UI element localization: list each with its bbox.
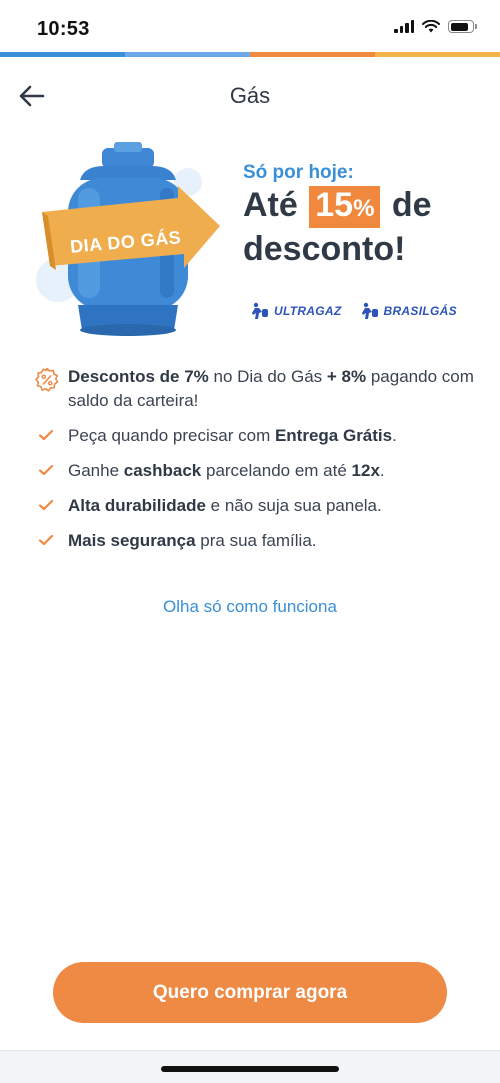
feature-text: Ganhe (68, 461, 124, 480)
promo-today: Só por hoje: (243, 162, 354, 183)
status-bar: 10:53 (0, 0, 500, 52)
feature-bold: Entrega Grátis (274, 426, 393, 445)
stripe-segment (250, 52, 375, 57)
feature-list: Descontos de 7% no Dia do Gás + 8% pagan… (34, 365, 474, 564)
brand-label: BRASILGÁS (383, 304, 457, 318)
person-carrying-icon (252, 302, 268, 319)
feature-text: . (392, 426, 397, 445)
check-icon (38, 499, 54, 511)
promo-hero: DIA DO GÁS Só por hoje: Até 15% de desco… (0, 140, 500, 340)
check-icon (38, 464, 54, 476)
headline-de: de (391, 186, 432, 224)
stripe-segment (375, 52, 500, 57)
stripe-segment (125, 52, 250, 57)
status-time: 10:53 (37, 18, 90, 40)
feature-text: pra sua família. (195, 531, 317, 550)
feature-item-safety: Mais segurança pra sua família. (34, 529, 474, 553)
person-carrying-icon (361, 302, 378, 319)
feature-text: . (379, 461, 385, 480)
percent-badge-icon (35, 367, 59, 392)
promo-headline-2: desconto! (243, 230, 406, 268)
brand-label: ULTRAGAZ (274, 304, 342, 318)
how-it-works-link[interactable]: Olha só como funciona (0, 597, 500, 617)
feature-item-delivery: Peça quando precisar com Entrega Grátis. (34, 424, 474, 448)
discount-number: 15 (315, 186, 354, 224)
battery-icon (448, 20, 477, 33)
cellular-signal-icon (394, 20, 414, 33)
feature-text: e não suja sua panela. (205, 496, 382, 515)
stripe-segment (0, 52, 125, 57)
app-header: Gás (0, 60, 500, 130)
feature-bold: Descontos de 7% (68, 367, 209, 386)
feature-item-durability: Alta durabilidade e não suja sua panela. (34, 494, 474, 518)
feature-bold: Mais segurança (68, 531, 196, 550)
discount-badge: 15% (309, 186, 381, 228)
promo-headline: Até 15% de (243, 184, 432, 228)
brand-logos: ULTRAGAZ BRASILGÁS (250, 302, 457, 320)
feature-item-cashback: Ganhe cashback parcelando em até 12x. (34, 459, 474, 483)
brand-ultragaz: ULTRAGAZ (250, 302, 342, 320)
feature-bold: 12x (351, 461, 380, 480)
feature-bold: + 8% (326, 367, 367, 386)
page-title: Gás (229, 83, 271, 108)
headline-ate: Até (243, 186, 298, 224)
status-icons (394, 20, 477, 33)
promo-text: Só por hoje: Até 15% de desconto! (243, 162, 432, 270)
feature-bold: cashback (123, 461, 202, 480)
check-icon (38, 534, 54, 546)
discount-percent: % (353, 195, 375, 222)
feature-text: no Dia do Gás (208, 367, 327, 386)
brand-brasilgas: BRASILGÁS (360, 302, 457, 320)
wifi-icon (422, 20, 440, 33)
brand-stripe (0, 52, 500, 57)
feature-text: Peça quando precisar com (68, 426, 275, 445)
buy-now-button[interactable]: Quero comprar agora (53, 962, 447, 1023)
feature-item-discount: Descontos de 7% no Dia do Gás + 8% pagan… (34, 365, 474, 413)
home-indicator[interactable] (161, 1066, 339, 1072)
feature-text: parcelando em até (201, 461, 352, 480)
check-icon (38, 429, 54, 441)
feature-bold: Alta durabilidade (68, 496, 206, 515)
